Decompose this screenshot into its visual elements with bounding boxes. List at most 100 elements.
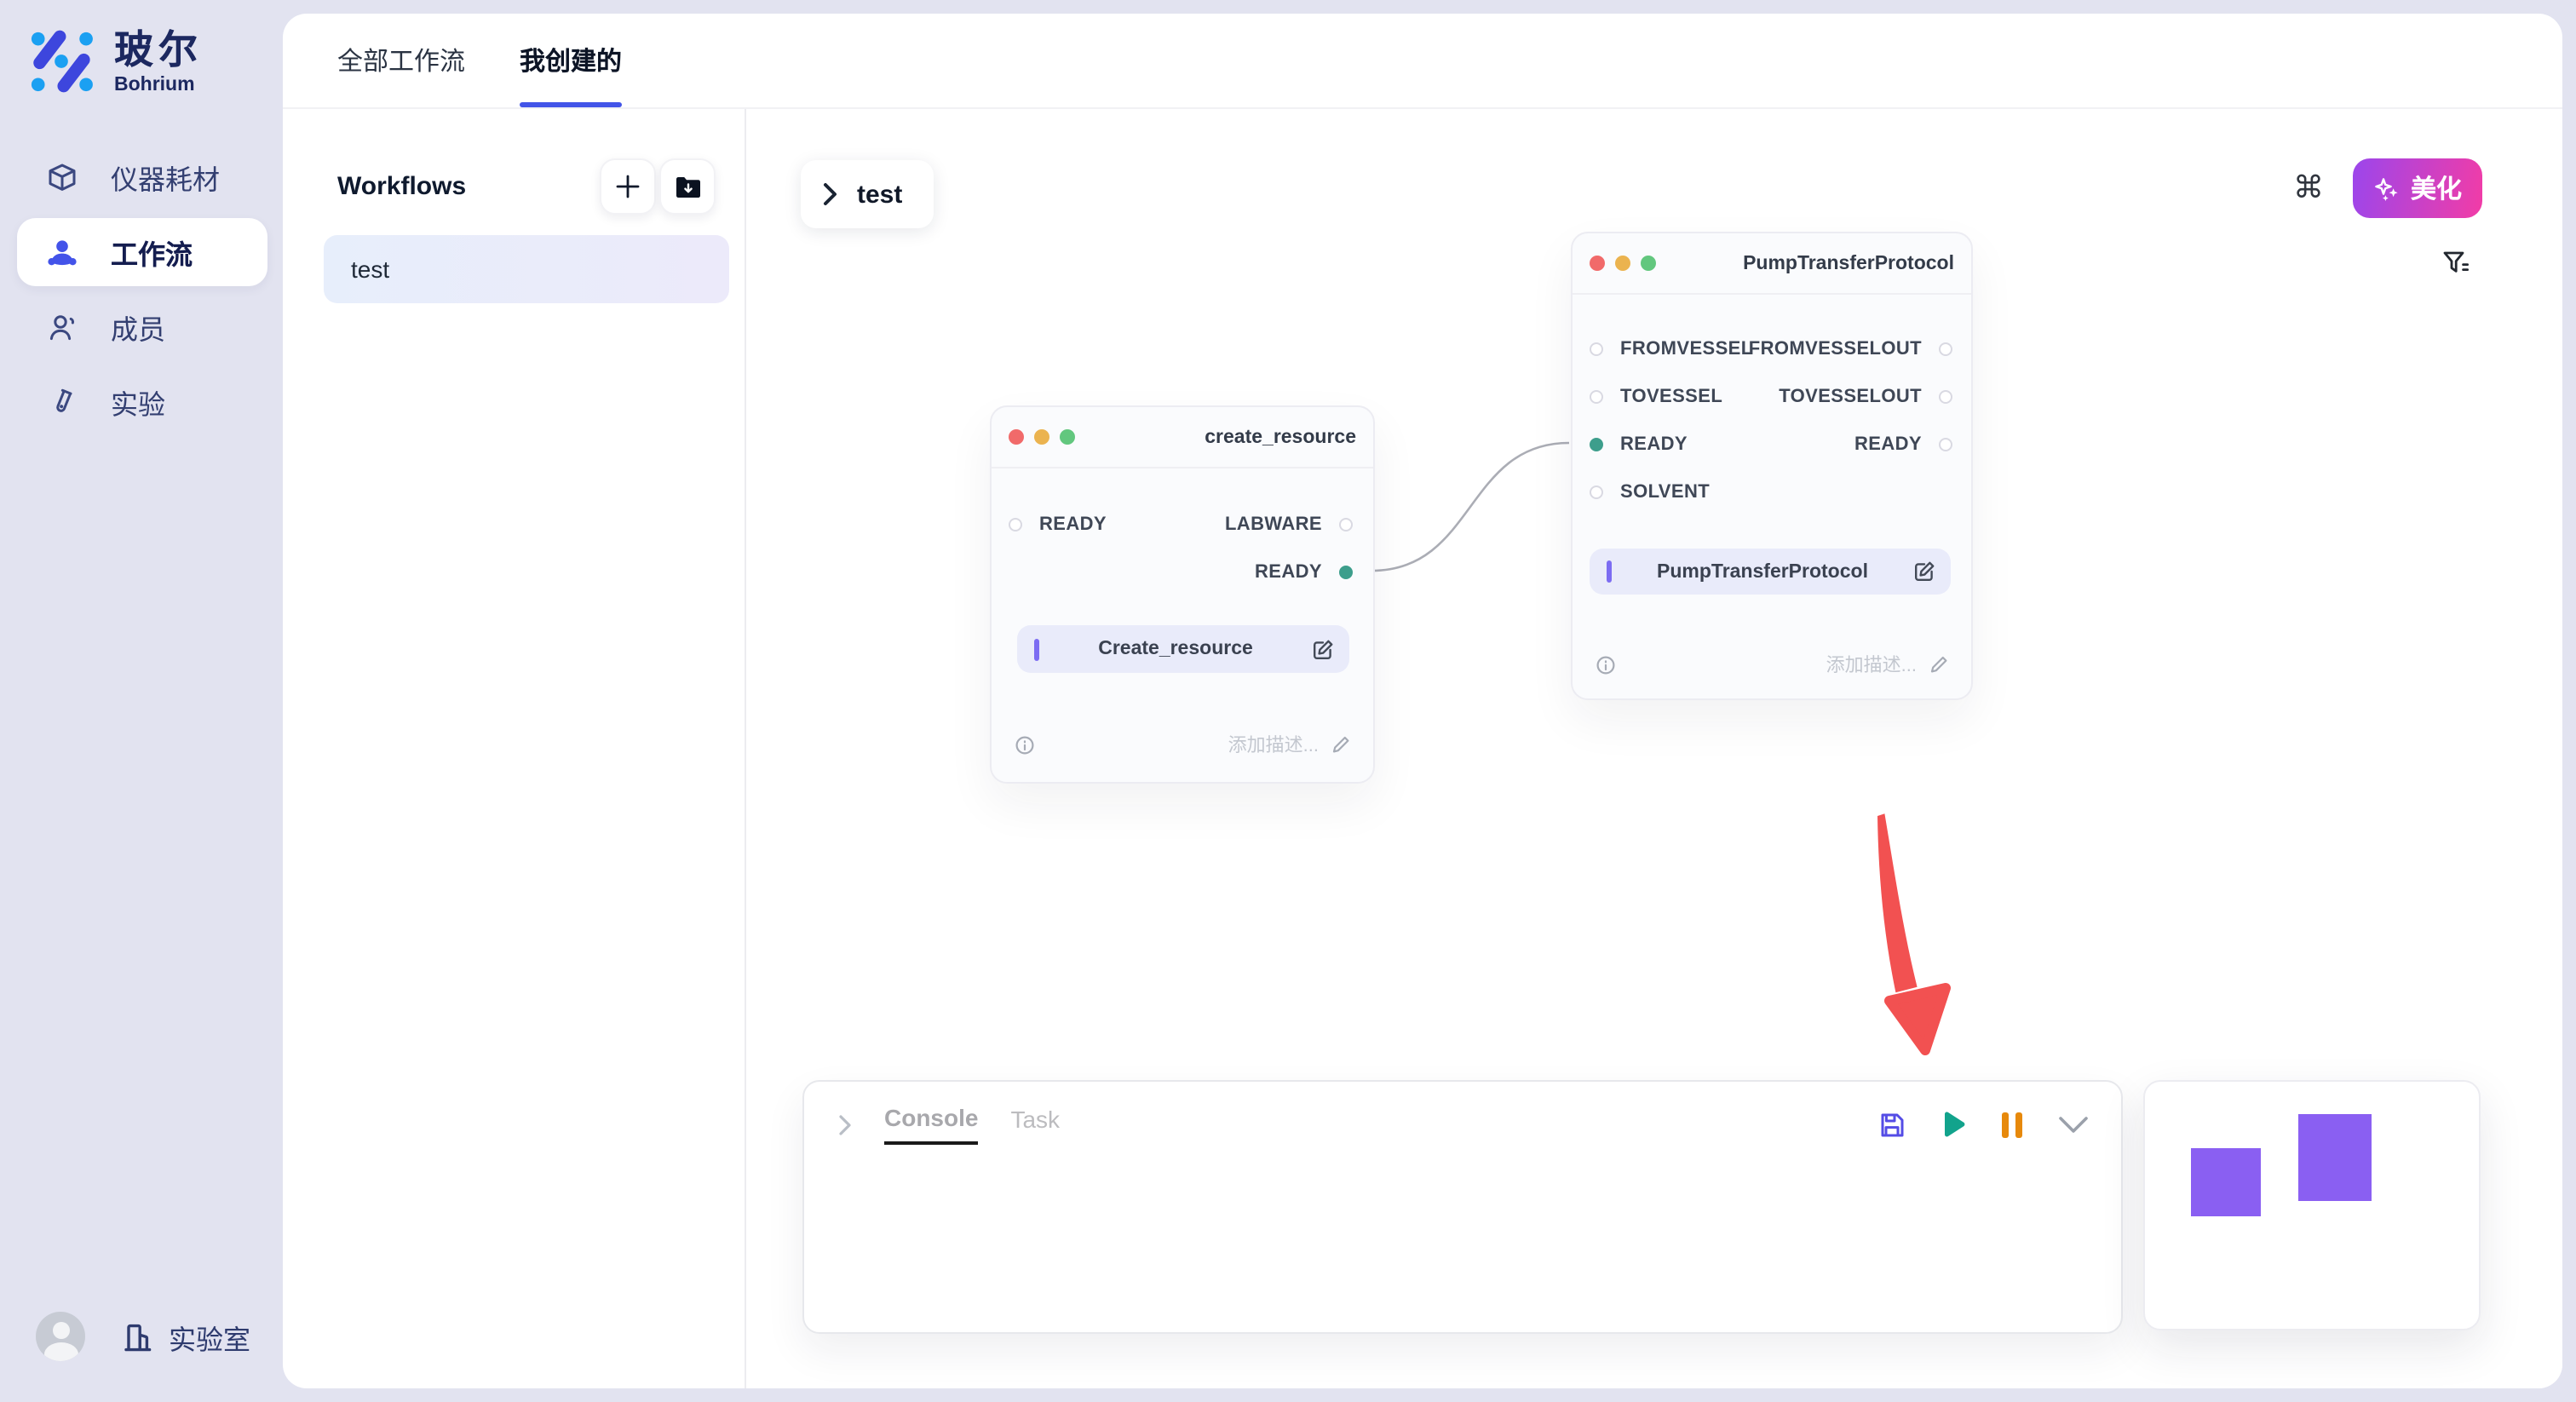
- collapse-panel-icon[interactable]: [2058, 1115, 2089, 1134]
- sidebar-item-workflow[interactable]: 工作流: [17, 218, 267, 286]
- port-connector[interactable]: [1590, 390, 1603, 404]
- node-footer: 添加描述...: [1596, 652, 1949, 676]
- breadcrumb[interactable]: test: [801, 160, 934, 228]
- folder-import-icon: [674, 175, 701, 198]
- app-window: 玻尔 Bohrium 仪器耗材 工作流: [0, 0, 2576, 1402]
- workflows-title: Workflows: [337, 172, 596, 201]
- tab-created-by-me[interactable]: 我创建的: [520, 14, 622, 107]
- pill-label: Create_resource: [1039, 639, 1312, 659]
- brand-title: 玻尔: [114, 27, 203, 72]
- output-port-labware: LABWARE: [1225, 514, 1353, 535]
- package-icon: [46, 161, 78, 193]
- breadcrumb-label: test: [857, 180, 902, 209]
- member-icon: [46, 311, 78, 343]
- sidebar-item-label: 成员: [111, 307, 165, 348]
- save-icon[interactable]: [1877, 1110, 1906, 1139]
- team-icon: [46, 236, 78, 268]
- port-connector[interactable]: [1939, 342, 1952, 356]
- sidebar-item-experiments[interactable]: 实验: [17, 368, 267, 436]
- node-header: create_resource: [992, 407, 1373, 468]
- expand-console-icon[interactable]: [838, 1113, 852, 1135]
- output-port-fromvesselout: FROMVESSELOUT: [1749, 339, 1952, 359]
- traffic-light-green[interactable]: [1060, 429, 1075, 445]
- traffic-light-yellow[interactable]: [1034, 429, 1049, 445]
- beautify-button[interactable]: 美化: [2353, 158, 2482, 218]
- port-connector[interactable]: [1590, 486, 1603, 499]
- output-port-ready: READY: [1854, 434, 1952, 455]
- input-port-solvent: SOLVENT: [1590, 482, 1710, 503]
- port-connector[interactable]: [1590, 438, 1603, 451]
- traffic-light-red[interactable]: [1590, 256, 1605, 271]
- sidebar-item-label: 工作流: [111, 232, 193, 273]
- output-port-tovesselout: TOVESSELOUT: [1779, 387, 1952, 407]
- node-footer: 添加描述...: [1015, 733, 1351, 756]
- minimap-node-create-resource: [2191, 1148, 2261, 1216]
- node-header: PumpTransferProtocol: [1573, 233, 1971, 295]
- tab-task[interactable]: Task: [1010, 1106, 1060, 1143]
- output-port-ready: READY: [1255, 562, 1353, 583]
- lab-label: 实验室: [169, 1316, 250, 1357]
- console-toolbar: Console Task: [804, 1082, 2121, 1145]
- pencil-icon[interactable]: [1331, 734, 1351, 755]
- main-panel: 全部工作流 我创建的 Workflows: [283, 14, 2562, 1388]
- sidebar-item-instruments[interactable]: 仪器耗材: [17, 143, 267, 211]
- traffic-light-yellow[interactable]: [1615, 256, 1630, 271]
- workflows-panel: Workflows: [283, 109, 746, 1388]
- lab-switcher[interactable]: 实验室: [121, 1316, 250, 1357]
- description-placeholder[interactable]: 添加描述...: [1826, 651, 1917, 678]
- node-pump-transfer-protocol[interactable]: PumpTransferProtocol FROMVESSEL TOVESSEL…: [1571, 232, 1973, 700]
- port-connector[interactable]: [1939, 390, 1952, 404]
- plus-icon: [615, 174, 641, 199]
- run-icon[interactable]: [1942, 1111, 1966, 1138]
- node-action-pill: Create_resource: [1017, 625, 1349, 673]
- input-port-ready: READY: [1590, 434, 1688, 455]
- workflow-tabs: 全部工作流 我创建的: [283, 14, 2562, 109]
- input-port-ready: READY: [1009, 514, 1107, 535]
- node-action-pill: PumpTransferProtocol: [1590, 549, 1951, 595]
- bohrium-logo-icon: [27, 27, 95, 95]
- minimap-node-pump-transfer: [2298, 1114, 2372, 1201]
- workflow-item-name: test: [351, 256, 389, 283]
- workflow-list-item[interactable]: test: [324, 235, 729, 303]
- pencil-icon[interactable]: [1929, 654, 1949, 675]
- beautify-label: 美化: [2411, 170, 2462, 206]
- node-title: create_resource: [1205, 427, 1356, 447]
- input-port-tovessel: TOVESSEL: [1590, 387, 1722, 407]
- sparkles-icon: [2373, 175, 2401, 202]
- experiment-icon: [46, 386, 78, 418]
- edit-icon[interactable]: [1312, 638, 1334, 660]
- user-avatar[interactable]: [36, 1312, 85, 1361]
- edit-icon[interactable]: [1913, 560, 1935, 583]
- building-icon: [121, 1319, 157, 1354]
- port-connector[interactable]: [1339, 518, 1353, 531]
- sidebar-nav: 仪器耗材 工作流 成员: [17, 143, 267, 443]
- sidebar-item-label: 实验: [111, 382, 165, 422]
- console-panel: Console Task: [802, 1080, 2123, 1334]
- sidebar-item-members[interactable]: 成员: [17, 293, 267, 361]
- traffic-light-red[interactable]: [1009, 429, 1024, 445]
- node-create-resource[interactable]: create_resource READY LABWARE READY Crea…: [990, 405, 1375, 784]
- traffic-light-green[interactable]: [1641, 256, 1656, 271]
- add-workflow-button[interactable]: [600, 158, 656, 215]
- info-icon[interactable]: [1596, 655, 1615, 674]
- description-placeholder[interactable]: 添加描述...: [1228, 731, 1319, 758]
- tab-all-workflows[interactable]: 全部工作流: [337, 14, 465, 107]
- input-port-fromvessel: FROMVESSEL: [1590, 339, 1753, 359]
- command-palette-icon[interactable]: ⌘: [2293, 170, 2324, 204]
- port-connector[interactable]: [1939, 438, 1952, 451]
- port-connector[interactable]: [1590, 342, 1603, 356]
- workflows-header: Workflows: [337, 160, 716, 213]
- import-workflow-button[interactable]: [659, 158, 716, 215]
- brand-logo: 玻尔 Bohrium: [27, 27, 203, 95]
- pause-icon[interactable]: [2002, 1112, 2022, 1137]
- sidebar: 玻尔 Bohrium 仪器耗材 工作流: [0, 0, 283, 1402]
- pill-label: PumpTransferProtocol: [1612, 561, 1913, 582]
- minimap[interactable]: [2143, 1080, 2481, 1330]
- tab-console[interactable]: Console: [884, 1104, 978, 1145]
- chevron-right-icon: [823, 182, 838, 206]
- port-connector[interactable]: [1339, 566, 1353, 579]
- info-icon[interactable]: [1015, 735, 1034, 754]
- brand-subtitle: Bohrium: [114, 75, 203, 95]
- port-connector[interactable]: [1009, 518, 1022, 531]
- filter-icon[interactable]: [2441, 249, 2470, 278]
